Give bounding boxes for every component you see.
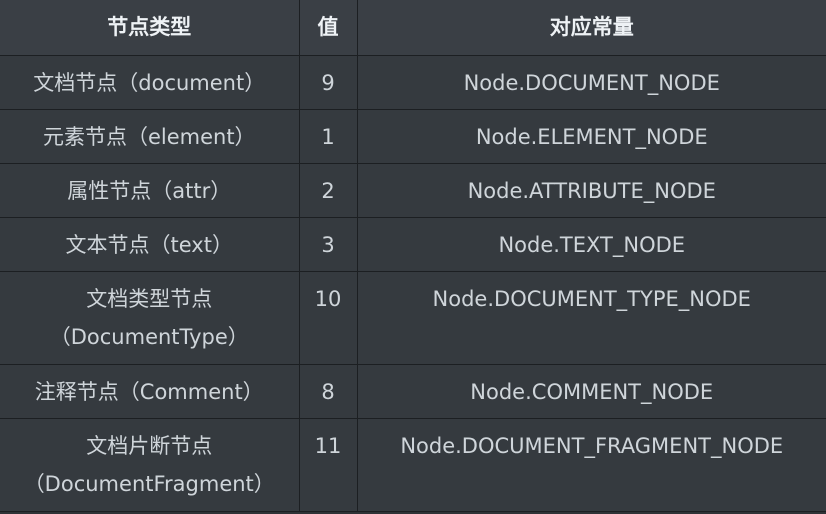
value-cell: 10 <box>299 271 358 365</box>
value-cell: 9 <box>299 55 358 110</box>
constant-cell: Node.DOCUMENT_FRAGMENT_NODE <box>357 418 826 512</box>
node-type-cell: 文档类型节点（DocumentType） <box>0 271 300 365</box>
header-node-type: 节点类型 <box>0 0 300 56</box>
table-row: 文档节点（document） 9 Node.DOCUMENT_NODE <box>0 55 826 110</box>
constant-cell: Node.COMMENT_NODE <box>357 364 826 419</box>
value-cell: 1 <box>299 109 358 164</box>
constant-cell: Node.DOCUMENT_TYPE_NODE <box>357 271 826 365</box>
header-row: 节点类型 值 对应常量 <box>0 0 826 56</box>
value-cell: 11 <box>299 418 358 512</box>
value-cell: 8 <box>299 364 358 419</box>
table-row: 元素节点（element） 1 Node.ELEMENT_NODE <box>0 109 826 164</box>
node-types-table: 节点类型 值 对应常量 文档节点（document） 9 Node.DOCUME… <box>0 0 826 512</box>
value-cell: 3 <box>299 217 358 272</box>
constant-cell: Node.ATTRIBUTE_NODE <box>357 163 826 218</box>
header-value: 值 <box>299 0 358 56</box>
table-row: 属性节点（attr） 2 Node.ATTRIBUTE_NODE <box>0 163 826 218</box>
table-row: 文档类型节点（DocumentType） 10 Node.DOCUMENT_TY… <box>0 271 826 365</box>
table-row: 注释节点（Comment） 8 Node.COMMENT_NODE <box>0 364 826 419</box>
value-cell: 2 <box>299 163 358 218</box>
table-row: 文本节点（text） 3 Node.TEXT_NODE <box>0 217 826 272</box>
constant-cell: Node.DOCUMENT_NODE <box>357 55 826 110</box>
node-type-cell: 文档片断节点（DocumentFragment） <box>0 418 300 512</box>
table-row: 文档片断节点（DocumentFragment） 11 Node.DOCUMEN… <box>0 418 826 512</box>
constant-cell: Node.TEXT_NODE <box>357 217 826 272</box>
node-type-cell: 属性节点（attr） <box>0 163 300 218</box>
node-type-cell: 元素节点（element） <box>0 109 300 164</box>
node-type-cell: 文本节点（text） <box>0 217 300 272</box>
constant-cell: Node.ELEMENT_NODE <box>357 109 826 164</box>
node-type-cell: 文档节点（document） <box>0 55 300 110</box>
header-constant: 对应常量 <box>357 0 826 56</box>
node-type-cell: 注释节点（Comment） <box>0 364 300 419</box>
